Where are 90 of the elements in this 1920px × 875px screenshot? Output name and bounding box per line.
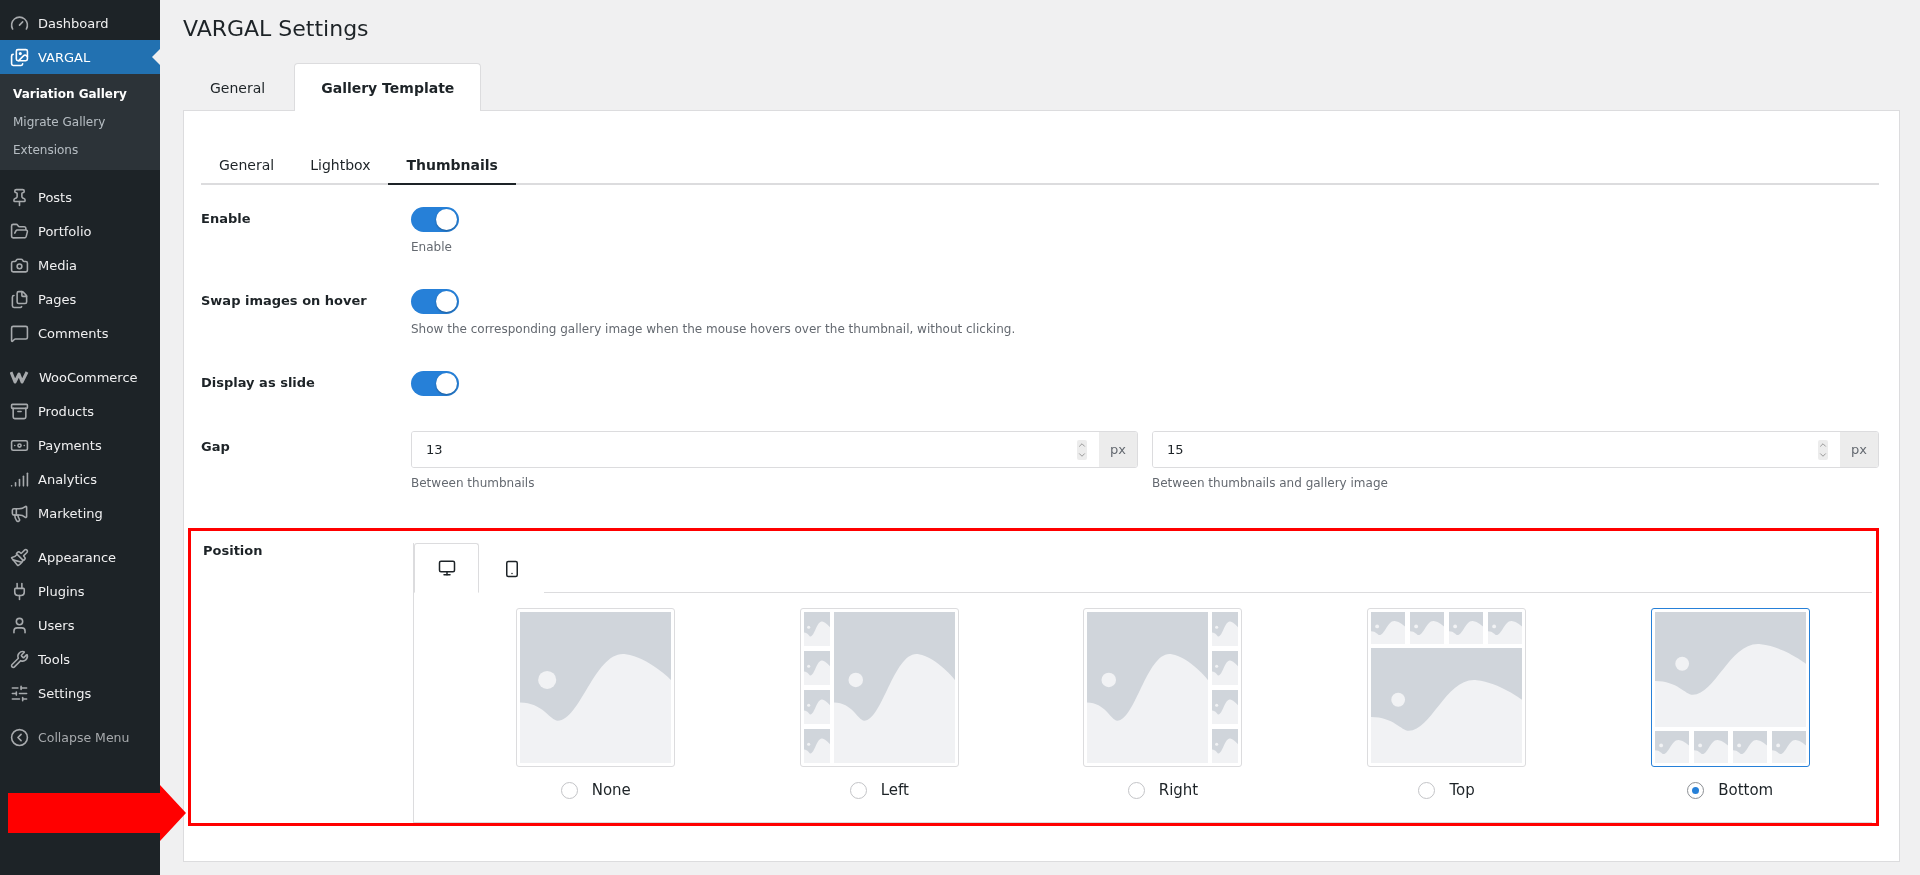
setting-label: Display as slide (201, 374, 316, 392)
sidebar-item[interactable]: Posts (0, 180, 160, 214)
sidebar-item[interactable]: Payments (0, 428, 160, 462)
menu-label: Media (38, 257, 78, 273)
field-description: Between thumbnails and gallery image (1152, 476, 1389, 490)
sidebar-item[interactable]: Tools (0, 642, 160, 676)
setting-label: Position (203, 543, 264, 560)
sidebar-item[interactable]: Dashboard (0, 6, 160, 40)
sidebar-item[interactable]: Comments (0, 316, 160, 350)
submenu-item[interactable]: Variation Gallery (0, 80, 160, 108)
menu-label: Products (38, 403, 95, 419)
menu-label: Pages (38, 291, 77, 307)
spinner-icon[interactable] (1818, 439, 1828, 460)
radio-option[interactable]: Left (849, 781, 909, 799)
setting-label: Gap (201, 438, 231, 456)
sidebar-item[interactable]: Users (0, 608, 160, 642)
unit-addon: px (1099, 432, 1137, 467)
menu-icon (10, 289, 29, 309)
menu-label: Comments (38, 325, 109, 341)
spinner-icon[interactable] (1077, 439, 1087, 460)
page-title: VARGAL Settings (183, 15, 370, 43)
radio-label: None (591, 781, 631, 799)
menu-icon (10, 547, 29, 567)
submenu-item[interactable]: Migrate Gallery (0, 108, 160, 136)
sidebar-item[interactable]: Products (0, 394, 160, 428)
menu-label: Settings (38, 685, 92, 701)
radio-option[interactable]: Top (1418, 781, 1475, 799)
monitor-icon (437, 559, 456, 577)
sidebar-item[interactable]: WooCommerce (0, 360, 160, 394)
menu-label: Users (38, 617, 75, 633)
sidebar-item[interactable]: VARGAL (0, 40, 160, 74)
menu-label: Dashboard (38, 15, 109, 31)
radio-label: Left (880, 781, 909, 799)
setting-description: Enable (411, 240, 453, 254)
menu-icon (10, 401, 29, 421)
menu-icon (10, 221, 29, 241)
menu-label: Analytics (38, 471, 98, 487)
menu-icon (10, 255, 29, 275)
menu-label: Portfolio (38, 223, 92, 239)
radio-option[interactable]: Right (1127, 781, 1199, 799)
sidebar-item[interactable]: Pages (0, 282, 160, 316)
tab[interactable]: Gallery Template (294, 63, 482, 111)
radio-option[interactable]: Bottom (1687, 781, 1774, 799)
menu-icon (10, 323, 29, 343)
menu-icon (10, 47, 29, 67)
menu-icon (10, 13, 29, 33)
active-pointer-icon (152, 49, 160, 65)
sidebar-item[interactable]: Media (0, 248, 160, 282)
menu-label: VARGAL (38, 49, 91, 65)
subtab[interactable]: General (201, 147, 293, 185)
sidebar-item[interactable]: Analytics (0, 462, 160, 496)
collapse-menu-button[interactable]: Collapse Menu (0, 720, 160, 754)
menu-icon (10, 615, 29, 635)
subtab[interactable]: Thumbnails (388, 147, 516, 185)
toggle-switch[interactable] (411, 371, 459, 396)
menu-label: Marketing (38, 505, 103, 521)
radio-label: Bottom (1718, 781, 1774, 799)
subtab[interactable]: Lightbox (292, 147, 389, 185)
sidebar-item[interactable]: Settings (0, 676, 160, 710)
radio-label: Top (1449, 781, 1475, 799)
collapse-icon (10, 727, 29, 747)
unit-addon: px (1840, 432, 1878, 467)
menu-icon (10, 649, 29, 669)
setting-label: Enable (201, 210, 252, 228)
setting-description: Show the corresponding gallery image when the mouse hovers over the thumbnail, without clicking. (411, 322, 1017, 336)
sidebar-item[interactable]: Portfolio (0, 214, 160, 248)
menu-label: Appearance (38, 549, 117, 565)
menu-label: WooCommerce (39, 369, 138, 385)
menu-icon (10, 187, 29, 207)
radio-label: Right (1158, 781, 1199, 799)
menu-label: Payments (38, 437, 102, 453)
menu-icon (10, 503, 29, 523)
number-field[interactable]: 13 px (411, 431, 1138, 468)
sidebar-item[interactable]: Marketing (0, 496, 160, 530)
menu-icon (10, 683, 29, 703)
desktop-tab[interactable] (414, 543, 479, 593)
menu-label: Tools (38, 651, 71, 667)
menu-label: Posts (38, 189, 72, 205)
number-field[interactable]: 15 px (1152, 431, 1879, 468)
tab[interactable]: General (183, 63, 293, 111)
setting-label: Swap images on hover (201, 292, 368, 310)
menu-label: Plugins (38, 583, 85, 599)
sidebar-item[interactable]: Plugins (0, 574, 160, 608)
field-description: Between thumbnails (411, 476, 536, 490)
sidebar-item[interactable]: Appearance (0, 540, 160, 574)
radio-option[interactable]: None (560, 781, 631, 799)
submenu-item[interactable]: Extensions (0, 136, 160, 164)
toggle-switch[interactable] (411, 207, 459, 232)
toggle-switch[interactable] (411, 289, 459, 314)
menu-icon (10, 469, 29, 489)
